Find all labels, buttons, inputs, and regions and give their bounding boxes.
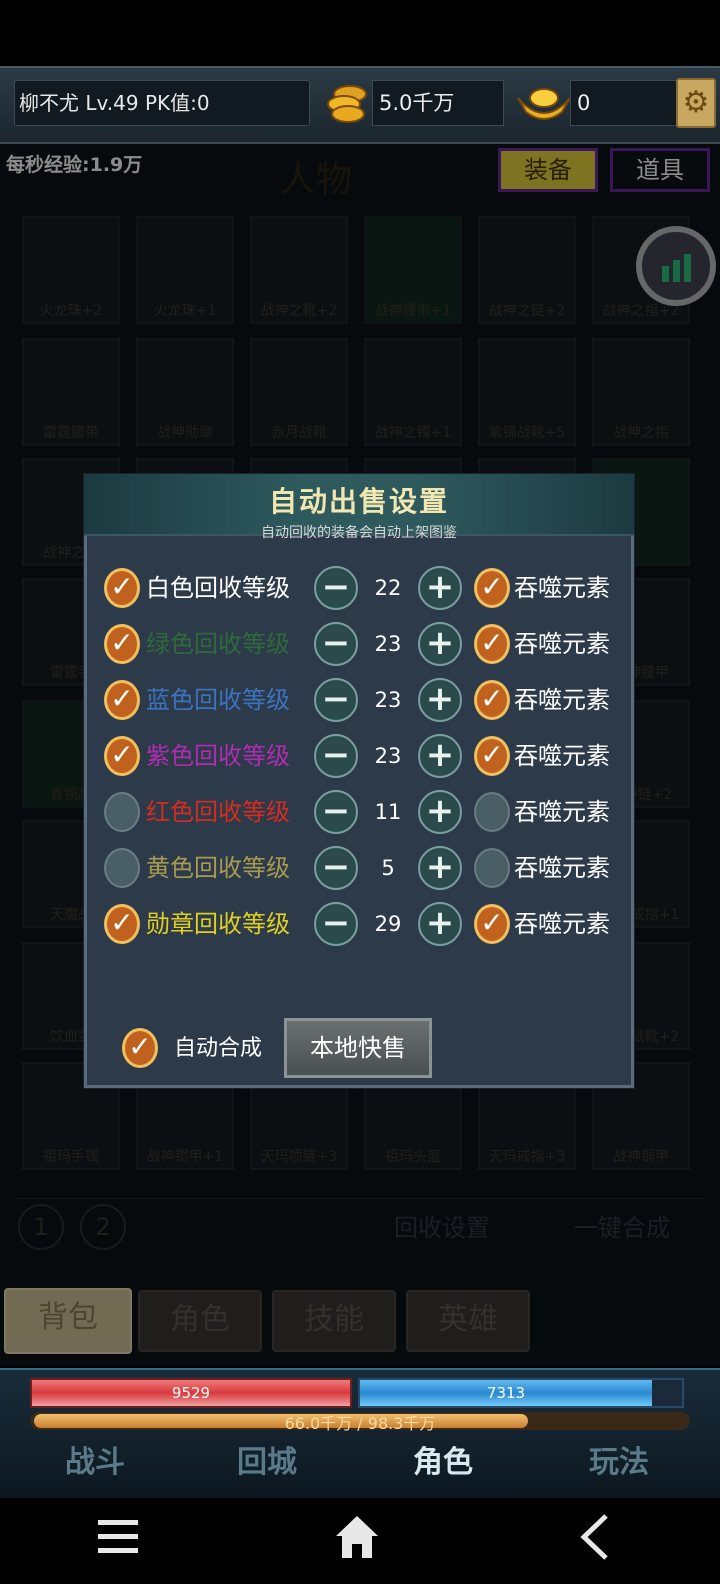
devour-checkbox[interactable] [474,904,510,944]
home-icon[interactable] [332,1512,392,1572]
plus-button[interactable]: + [418,566,462,610]
devour-checkbox[interactable] [474,736,510,776]
devour-label: 吞噬元素 [514,854,610,882]
minus-button[interactable]: − [314,566,358,610]
recycle-checkbox[interactable] [104,904,140,944]
plus-button[interactable]: + [418,790,462,834]
recycle-level-value: 11 [374,800,402,824]
recycle-level-value: 23 [374,688,402,712]
recycle-level-value: 29 [374,912,402,936]
devour-label: 吞噬元素 [514,798,610,826]
character-button[interactable]: 角色 [358,1438,528,1492]
recycle-level-value: 23 [374,744,402,768]
devour-checkbox[interactable] [474,792,510,832]
devour-checkbox[interactable] [474,680,510,720]
gear-icon[interactable]: ⚙ [676,78,716,128]
recycle-checkbox[interactable] [104,568,140,608]
minus-button[interactable]: − [314,622,358,666]
devour-label: 吞噬元素 [514,630,610,658]
recycle-level-label: 红色回收等级 [146,798,290,826]
devour-label: 吞噬元素 [514,742,610,770]
recycle-level-label: 紫色回收等级 [146,742,290,770]
minus-button[interactable]: − [314,734,358,778]
recycle-checkbox[interactable] [104,680,140,720]
gold-amount: 5.0千万 [372,80,504,126]
recycle-level-value: 5 [381,856,395,880]
devour-checkbox[interactable] [474,568,510,608]
exp-text: 66.0千万 / 98.3千万 [284,1414,436,1433]
recycle-checkbox[interactable] [104,792,140,832]
plus-button[interactable]: + [418,622,462,666]
plus-button[interactable]: + [418,846,462,890]
devour-label: 吞噬元素 [514,686,610,714]
hp-bar: 9529 [30,1378,352,1408]
devour-checkbox[interactable] [474,624,510,664]
plus-button[interactable]: + [418,678,462,722]
ingot-amount: 0 [570,80,680,126]
minus-button[interactable]: − [314,678,358,722]
recycle-level-label: 白色回收等级 [146,574,290,602]
devour-label: 吞噬元素 [514,574,610,602]
gold-ingot-icon [514,82,574,126]
recycle-level-label: 勋章回收等级 [146,910,290,938]
devour-label: 吞噬元素 [514,910,610,938]
recycle-level-label: 黄色回收等级 [146,854,290,882]
recycle-checkbox[interactable] [104,736,140,776]
quick-sell-button[interactable]: 本地快售 [284,1018,432,1078]
dialog-subtitle: 自动回收的装备会自动上架图鉴 [261,525,457,541]
player-info: 柳不尤 Lv.49 PK值:0 [14,80,310,126]
minus-button[interactable]: − [314,846,358,890]
auto-merge-checkbox[interactable] [122,1028,158,1068]
battle-button[interactable]: 战斗 [10,1438,180,1492]
minus-button[interactable]: − [314,790,358,834]
auto-merge-label: 自动合成 [174,1036,263,1061]
gameplay-button[interactable]: 玩法 [534,1438,704,1492]
minus-button[interactable]: − [314,902,358,946]
recycle-level-label: 绿色回收等级 [146,630,290,658]
plus-button[interactable]: + [418,734,462,778]
auto-sell-dialog [84,474,634,1088]
back-icon[interactable] [576,1512,636,1572]
gold-coin-icon [322,80,372,126]
recycle-level-value: 23 [374,632,402,656]
plus-button[interactable]: + [418,902,462,946]
mp-bar: 7313 [360,1380,652,1406]
recycle-level-label: 蓝色回收等级 [146,686,290,714]
devour-checkbox[interactable] [474,848,510,888]
recycle-level-value: 22 [374,576,402,600]
menu-icon[interactable] [96,1512,156,1572]
dialog-title: 自动出售设置 [268,485,449,518]
return-city-button[interactable]: 回城 [182,1438,352,1492]
recycle-checkbox[interactable] [104,624,140,664]
recycle-checkbox[interactable] [104,848,140,888]
